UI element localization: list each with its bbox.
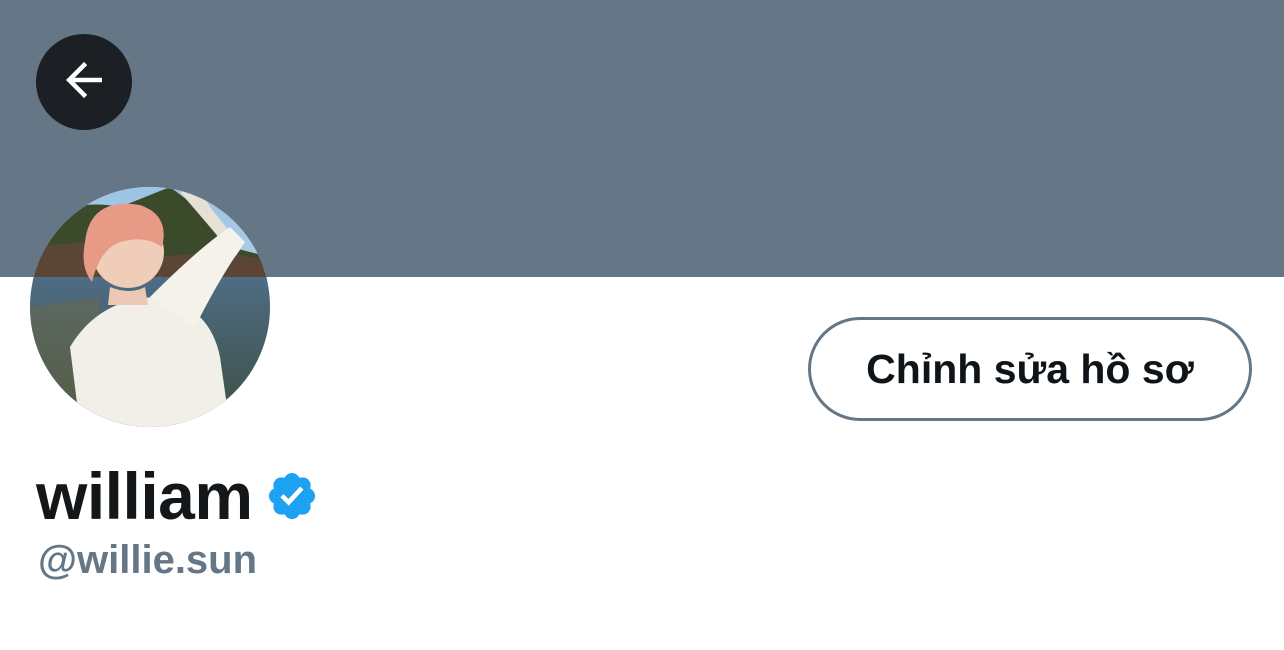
avatar-photo — [30, 187, 270, 427]
profile-handle: @willie.sun — [38, 538, 258, 582]
profile-name-row: william — [36, 458, 319, 534]
arrow-left-icon — [57, 53, 111, 112]
verified-badge-icon — [265, 469, 319, 523]
edit-profile-button[interactable]: Chỉnh sửa hồ sơ — [808, 317, 1252, 421]
back-button[interactable] — [36, 34, 132, 130]
avatar[interactable] — [30, 187, 270, 427]
display-name: william — [36, 459, 253, 533]
